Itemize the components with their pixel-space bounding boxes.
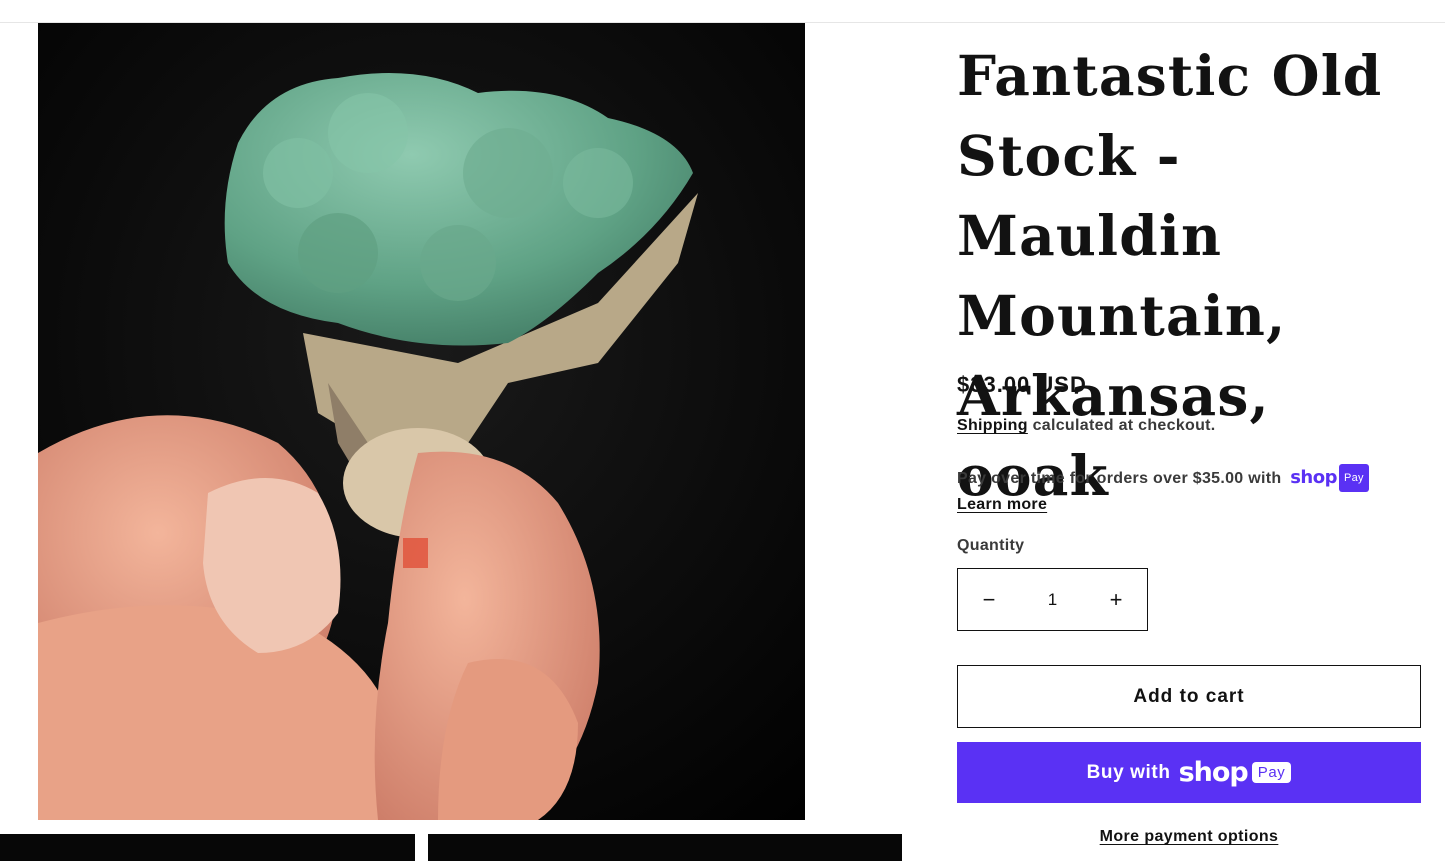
quantity-increase-button[interactable]: +: [1085, 569, 1147, 630]
quantity-stepper: − 1 +: [957, 568, 1148, 631]
buy-with-shoppay-button[interactable]: Buy with shop Pay: [957, 742, 1421, 803]
add-to-cart-button[interactable]: Add to cart: [957, 665, 1421, 728]
mineral-photo: [38, 23, 805, 820]
product-title: Fantastic Old Stock - Mauldin Mountain, …: [957, 43, 1383, 508]
product-price: $33.00 USD: [957, 372, 1087, 397]
shoppay-pay-badge: Pay: [1338, 464, 1369, 492]
shipping-note: Shipping calculated at checkout.: [957, 417, 1216, 435]
shipping-link[interactable]: Shipping: [957, 417, 1028, 434]
quantity-label: Quantity: [957, 537, 1025, 554]
plus-icon: +: [1109, 586, 1123, 612]
shoppay-logo-icon: shop: [1178, 757, 1249, 788]
shoppay-installments: Pay over time for orders over $35.00 wit…: [957, 464, 1427, 518]
product-thumbnail[interactable]: [428, 834, 902, 861]
quantity-input[interactable]: 1: [1020, 590, 1085, 610]
minus-icon: −: [982, 586, 996, 612]
quantity-decrease-button[interactable]: −: [958, 569, 1020, 630]
more-payment-options-link[interactable]: More payment options: [957, 828, 1421, 846]
shoppay-pay-badge: Pay: [1251, 762, 1292, 783]
installments-text: Pay over time for orders over $35.00 wit…: [957, 470, 1282, 487]
learn-more-link[interactable]: Learn more: [957, 492, 1047, 518]
shipping-note-text: calculated at checkout.: [1027, 417, 1216, 434]
buy-with-label: Buy with: [1086, 761, 1171, 783]
product-thumbnail[interactable]: [0, 834, 415, 861]
header-bar: [0, 0, 1445, 23]
product-main-image[interactable]: [38, 23, 805, 820]
shoppay-logo-icon: shop: [1290, 467, 1337, 488]
